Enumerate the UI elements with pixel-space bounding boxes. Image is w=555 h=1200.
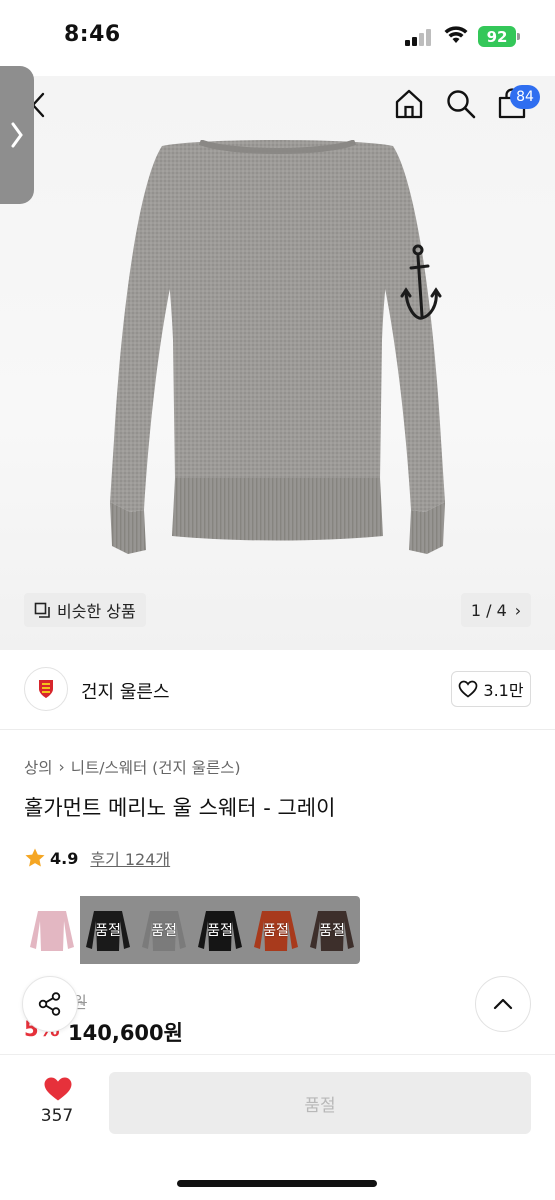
chevron-right-icon: › bbox=[514, 600, 522, 620]
sold-out-label: 품절 bbox=[263, 923, 289, 939]
wish-count: 357 bbox=[40, 1106, 74, 1126]
brand-logo[interactable] bbox=[24, 667, 68, 711]
swatch-pink[interactable] bbox=[24, 896, 80, 964]
brand-name[interactable]: 건지 울른스 bbox=[81, 678, 170, 704]
home-icon[interactable] bbox=[393, 88, 425, 120]
breadcrumb-subcategory[interactable]: 니트/스웨터 (건지 울른스) bbox=[71, 756, 241, 778]
swatch-shape bbox=[30, 911, 74, 951]
battery-nub bbox=[517, 33, 520, 40]
sold-out-label: 품절 bbox=[319, 923, 345, 939]
swatch-black-1[interactable]: 품절 bbox=[80, 896, 136, 964]
heart-filled-icon[interactable] bbox=[43, 1076, 73, 1102]
similar-items-icon bbox=[34, 602, 50, 618]
share-button[interactable] bbox=[22, 976, 78, 1032]
cart-count-badge: 84 bbox=[510, 85, 540, 109]
breadcrumb-category[interactable]: 상의 bbox=[24, 756, 53, 778]
rating-value: 4.9 bbox=[50, 848, 79, 868]
home-indicator bbox=[177, 1180, 377, 1187]
chevron-up-icon bbox=[493, 998, 513, 1010]
heart-outline-icon bbox=[459, 680, 478, 698]
image-page-indicator[interactable]: 1 / 4 › bbox=[461, 593, 531, 627]
status-bar: 8:46 92 bbox=[0, 0, 555, 76]
heart-shape bbox=[44, 1077, 72, 1101]
page-indicator-text: 1 / 4 bbox=[470, 600, 507, 620]
swatch-gray[interactable]: 품절 bbox=[136, 896, 192, 964]
breadcrumb-separator: › bbox=[58, 758, 65, 776]
sold-out-button[interactable]: 품절 bbox=[109, 1072, 531, 1134]
side-drawer-tab[interactable] bbox=[0, 66, 34, 204]
brand-like-count: 3.1만 bbox=[483, 681, 524, 700]
swatch-brown[interactable]: 품절 bbox=[304, 896, 360, 964]
share-icon bbox=[38, 992, 61, 1016]
brand-row: 건지 울른스 3.1만 bbox=[0, 650, 555, 730]
rating-row: 4.9 후기 124개 bbox=[24, 846, 170, 870]
product-photo bbox=[110, 140, 445, 554]
status-time: 8:46 bbox=[64, 22, 121, 47]
sold-out-label: 품절 bbox=[151, 923, 177, 939]
star-icon bbox=[25, 848, 45, 867]
battery-indicator: 92 bbox=[478, 26, 516, 47]
cellular-signal-icon bbox=[405, 28, 435, 46]
color-swatches: 품절 품절 품절 품절 품절 bbox=[24, 896, 360, 964]
sold-out-label: 품절 bbox=[95, 923, 121, 939]
sold-out-label: 품절 bbox=[207, 923, 233, 939]
brand-like-button[interactable]: 3.1만 bbox=[451, 671, 531, 707]
swatch-black-2[interactable]: 품절 bbox=[192, 896, 248, 964]
product-title: 홀가먼트 메리노 울 스웨터 - 그레이 bbox=[24, 796, 336, 820]
reviews-link[interactable]: 후기 124개 bbox=[90, 846, 170, 870]
scroll-to-top-button[interactable] bbox=[475, 976, 531, 1032]
swatch-sweater-image bbox=[30, 911, 74, 951]
brand-crest-icon bbox=[39, 680, 53, 698]
swatch-rust[interactable]: 품절 bbox=[248, 896, 304, 964]
chevron-right-icon bbox=[11, 122, 23, 148]
similar-products-label: 비슷한 상품 bbox=[57, 602, 136, 621]
search-icon[interactable] bbox=[445, 88, 477, 120]
breadcrumb: 상의 › 니트/스웨터 (건지 울른스) bbox=[24, 756, 241, 778]
sold-out-swatches: 품절 품절 품절 품절 품절 bbox=[80, 896, 360, 964]
similar-products-button[interactable]: 비슷한 상품 bbox=[24, 593, 146, 627]
sale-price: 140,600원 bbox=[68, 1021, 183, 1045]
wifi-icon bbox=[444, 26, 468, 43]
